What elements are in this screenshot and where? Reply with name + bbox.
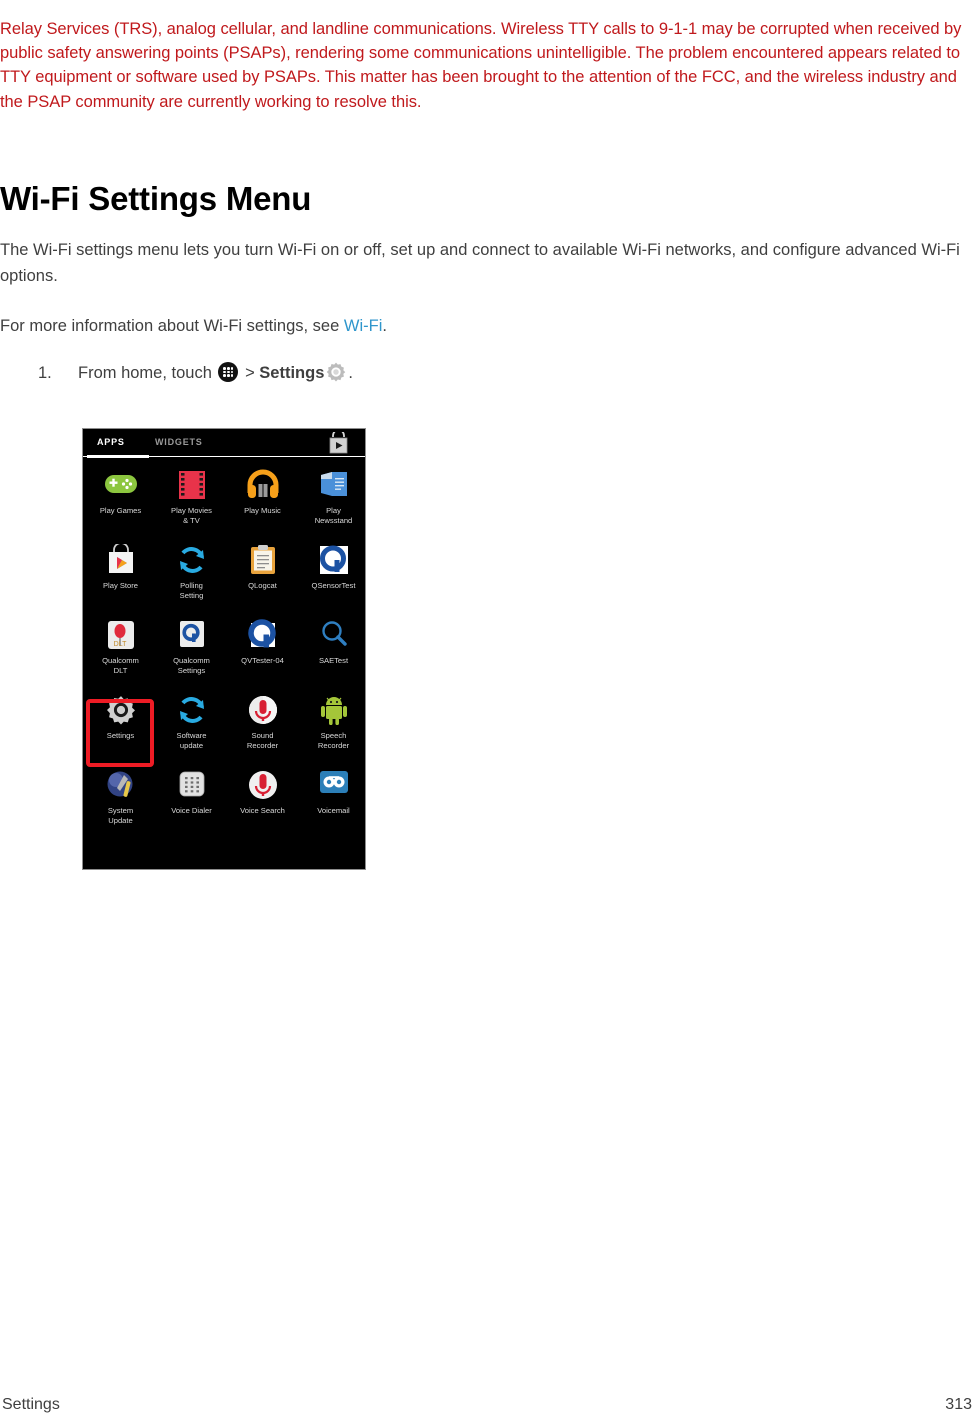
headphones-icon [227,467,298,505]
step-number: 1. [38,364,52,382]
app-label: Play Store [102,581,139,590]
app-icon-play-movies[interactable]: Play Movies & TV [156,467,227,525]
keypad-icon [156,767,227,805]
app-icon-play-store[interactable]: Play Store [85,542,156,591]
app-label: SAETest [318,656,349,665]
see-also-paragraph: For more information about Wi-Fi setting… [0,313,972,339]
balloon-icon: DLT [85,617,156,655]
app-label: Play Newsstand [314,506,353,525]
app-label: Voice Dialer [171,806,212,815]
refresh-arrows-icon [156,542,227,580]
refresh-arrows-icon [156,692,227,730]
step-list: 1. From home, touch > Settings . [0,360,900,386]
app-label: Polling Setting [179,581,204,600]
app-icon-qsensortest[interactable]: QSensorTest [298,542,365,591]
app-label: Play Games [99,506,142,515]
footer-page-number: 313 [945,1396,972,1413]
gear-icon [325,361,347,383]
app-icon-speech-recorder[interactable]: Speech Recorder [298,692,365,750]
tab-widgets[interactable]: WIDGETS [155,437,203,447]
qualcomm-q-icon [227,617,298,655]
app-label: QLogcat [248,581,277,590]
step-text-after: . [348,364,353,382]
app-label: QSensorTest [311,581,356,590]
phone-screenshot: APPS WIDGETS Play Games Play Movies & TV… [82,428,366,870]
gear-icon [85,692,156,730]
see-also-text-before: For more information about Wi-Fi setting… [0,316,344,335]
app-icon-play-music[interactable]: Play Music [227,467,298,516]
tab-active-indicator [87,455,149,458]
intro-paragraph: The Wi-Fi settings menu lets you turn Wi… [0,240,960,285]
page-title: Wi-Fi Settings Menu [0,180,312,218]
microphone-icon [227,767,298,805]
voicemail-tape-icon [298,767,365,805]
document-page: Relay Services (TRS), analog cellular, a… [0,0,974,1420]
film-strip-icon [156,467,227,505]
app-label: Play Music [244,506,281,515]
step-text-between: > [240,364,260,382]
wifi-link[interactable]: Wi-Fi [344,317,382,335]
newspaper-icon [298,467,365,505]
magnifier-icon [298,617,365,655]
app-icon-sound-recorder[interactable]: Sound Recorder [227,692,298,750]
app-label: Settings [106,731,135,740]
app-label: Speech Recorder [317,731,350,750]
app-icon-saetest[interactable]: SAETest [298,617,365,666]
warning-paragraph: Relay Services (TRS), analog cellular, a… [0,19,962,111]
see-also-text-after: . [382,316,387,335]
app-icon-voicemail[interactable]: Voicemail [298,767,365,816]
gamepad-icon [85,467,156,505]
app-drawer-tabbar: APPS WIDGETS [83,429,365,459]
app-icon-qvtester[interactable]: QVTester-04 [227,617,298,666]
apps-grid-icon [218,362,239,382]
qualcomm-q-small-icon [156,617,227,655]
app-label: QVTester-04 [241,656,284,665]
qualcomm-q-icon [298,542,365,580]
app-icon-voice-search[interactable]: Voice Search [227,767,298,816]
app-label: Sound Recorder [246,731,279,750]
app-label: Play Movies & TV [171,506,212,525]
shopping-bag-icon [85,542,156,580]
tab-apps[interactable]: APPS [97,437,125,447]
app-icon-play-games[interactable]: Play Games [85,467,156,516]
clipboard-icon [227,542,298,580]
app-icon-play-newsstand[interactable]: Play Newsstand [298,467,365,525]
android-robot-icon [298,692,365,730]
footer-section: Settings [2,1396,60,1413]
app-label: Qualcomm DLT [102,656,139,675]
app-label: Qualcomm Settings [173,656,210,675]
app-label: Voice Search [240,806,285,815]
app-label: Voicemail [317,806,350,815]
app-icon-qlogcat[interactable]: QLogcat [227,542,298,591]
step-text-before: From home, touch [78,364,217,382]
microphone-red-icon [227,692,298,730]
app-icon-software-update[interactable]: Software update [156,692,227,750]
svg-text:DLT: DLT [113,641,126,648]
app-label: System Update [107,806,134,825]
app-icon-system-update[interactable]: System Update [85,767,156,825]
app-icon-qualcomm-dlt[interactable]: DLT Qualcomm DLT [85,617,156,675]
app-icon-polling-setting[interactable]: Polling Setting [156,542,227,600]
step-instruction: From home, touch > Settings . [78,360,353,386]
app-icon-settings[interactable]: Settings [85,692,156,741]
app-label: Software update [176,731,207,750]
play-store-bag-icon[interactable] [328,429,349,456]
tools-sphere-icon [85,767,156,805]
step-bold-label: Settings [259,364,325,382]
app-icon-qualcomm-settings[interactable]: Qualcomm Settings [156,617,227,675]
app-icon-voice-dialer[interactable]: Voice Dialer [156,767,227,816]
